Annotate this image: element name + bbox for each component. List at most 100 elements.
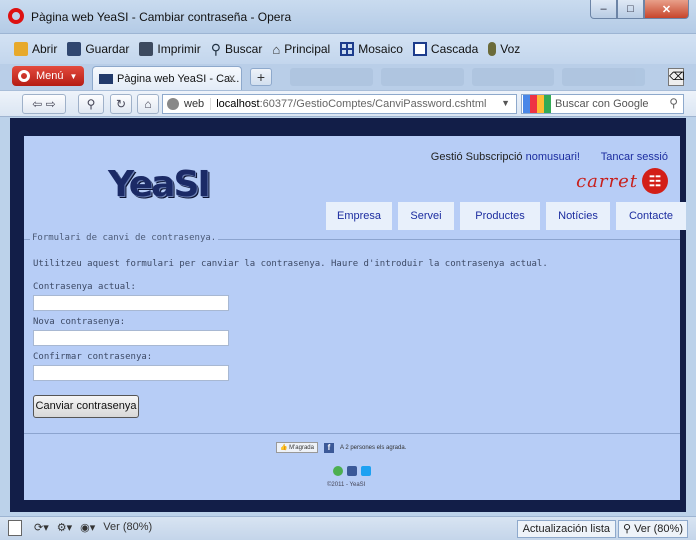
close-window-icon[interactable]: ✕ xyxy=(644,0,689,19)
tab-close-icon[interactable]: x xyxy=(229,71,235,85)
current-password-input[interactable] xyxy=(33,295,229,311)
save-icon xyxy=(67,42,82,56)
opera-o-icon xyxy=(18,70,30,82)
toolbar-voice[interactable]: Voz xyxy=(488,42,520,56)
cart-link[interactable]: carret ☷ xyxy=(576,168,668,194)
nav-tab-noticies[interactable]: Notícies xyxy=(546,202,610,230)
panel-toggle-icon[interactable] xyxy=(8,520,22,536)
sync-icon[interactable]: ⟳▾ xyxy=(34,521,49,534)
cascade-icon xyxy=(412,42,427,56)
address-scheme: web xyxy=(184,98,212,110)
maximize-icon[interactable]: □ xyxy=(617,0,644,19)
trash-icon[interactable]: ⌫ xyxy=(668,68,685,86)
twitter-icon[interactable] xyxy=(361,466,371,476)
page-right-border xyxy=(680,118,686,512)
facebook-icon: f xyxy=(323,442,334,453)
like-button[interactable]: 👍 M'agrada xyxy=(276,442,318,453)
opera-menu-label: Menú xyxy=(36,70,64,82)
search-box[interactable]: Buscar con Google ⚲ xyxy=(521,94,684,114)
ghost-tab xyxy=(562,68,645,86)
logout-link[interactable]: Tancar sessió xyxy=(601,151,668,163)
current-password-label: Contrasenya actual: xyxy=(33,282,136,292)
turbo-icon[interactable]: ◉▾ xyxy=(80,521,95,534)
change-password-button[interactable]: Canviar contrasenya xyxy=(33,395,139,418)
zoom-icon: ⚲ xyxy=(622,523,632,535)
nav-tab-productes[interactable]: Productes xyxy=(460,202,540,230)
toolbar-cascade-label: Cascada xyxy=(430,42,479,56)
nav-tab-empresa[interactable]: Empresa xyxy=(326,202,392,230)
password-form: Formulari de canvi de contrasenya. Utili… xyxy=(24,233,680,434)
toolbar-print-label: Imprimir xyxy=(157,42,201,56)
opera-logo-icon xyxy=(8,8,24,24)
nav-tab-contacte[interactable]: Contacte xyxy=(616,202,686,230)
status-tools: ⟳▾ ⚙▾ ◉▾ Ver (80%) xyxy=(34,521,152,534)
cart-icon: ☷ xyxy=(642,168,668,194)
home-button-icon[interactable]: ⌂ xyxy=(137,94,159,114)
search-icon: ⚲ xyxy=(210,40,221,57)
toolbar-cascade[interactable]: Cascada xyxy=(412,42,479,56)
like-button-label: M'agrada xyxy=(289,445,314,451)
toolbar-open[interactable]: Abrir xyxy=(14,42,57,56)
ghost-tab xyxy=(290,68,373,86)
minimize-icon[interactable]: – xyxy=(590,0,617,19)
zoom-right-label: Ver (80%) xyxy=(634,523,683,535)
new-password-input[interactable] xyxy=(33,330,229,346)
zoom-control[interactable]: ⚲ Ver (80%) xyxy=(617,520,688,538)
google-icon xyxy=(523,95,551,113)
like-count-text: A 2 persones els agrada. xyxy=(339,444,407,451)
site-logo[interactable]: YeaSI xyxy=(108,162,226,208)
tab-title: Pàgina web YeaSI - Ca... xyxy=(117,72,240,85)
confirm-password-label: Confirmar contrasenya: xyxy=(33,352,153,362)
address-path: :60377/GestioComptes/CanviPassword.cshtm… xyxy=(259,98,487,110)
tab-current[interactable]: Pàgina web YeaSI - Ca... x xyxy=(92,66,242,90)
form-intro: Utilitzeu aquest formulari per canviar l… xyxy=(33,259,548,269)
cart-label: carret xyxy=(576,170,638,192)
magnifier-icon[interactable]: ⚲ xyxy=(669,96,678,110)
toolbar-tile[interactable]: Mosaico xyxy=(340,42,403,56)
key-icon[interactable]: ⚲ xyxy=(78,94,104,114)
nav-tab-servei[interactable]: Servei xyxy=(398,202,454,230)
back-icon[interactable]: ⇦ xyxy=(32,97,42,111)
zoom-left[interactable]: Ver (80%) xyxy=(103,521,152,534)
address-dropdown-icon[interactable]: ▼ xyxy=(501,98,510,108)
toolbar-print[interactable]: Imprimir xyxy=(139,42,201,56)
new-tab-button[interactable]: + xyxy=(250,68,272,86)
back-forward-buttons[interactable]: ⇦ ⇨ xyxy=(22,94,66,114)
toolbar-search-label: Buscar xyxy=(224,42,263,56)
home-icon: ⌂ xyxy=(272,41,281,57)
folder-icon xyxy=(14,42,28,56)
address-bar[interactable]: web localhost:60377/GestioComptes/CanviP… xyxy=(162,94,517,114)
page-top-border xyxy=(10,118,686,136)
toolbar-home[interactable]: ⌂ Principal xyxy=(272,42,330,57)
user-prefix: Gestió Subscripció xyxy=(430,151,523,163)
copyright: ©2011 - YeaSI xyxy=(327,482,366,488)
thumbs-up-icon: 👍 xyxy=(280,445,288,451)
share-icon[interactable] xyxy=(333,466,343,476)
facebook-like: 👍 M'agrada f A 2 persones els agrada. xyxy=(276,442,406,453)
confirm-password-input[interactable] xyxy=(33,365,229,381)
toolbar-save[interactable]: Guardar xyxy=(67,42,129,56)
site-nav: Empresa Servei Productes Notícies Contac… xyxy=(326,202,686,230)
navigation-bar: ⇦ ⇨ ⚲ ↻ ⌂ web localhost:60377/GestioComp… xyxy=(0,90,696,117)
facebook-share-icon[interactable] xyxy=(347,466,357,476)
update-status[interactable]: Actualización lista xyxy=(516,520,616,538)
address-host: localhost xyxy=(216,98,260,110)
page-bottom-border xyxy=(10,500,686,512)
user-info: Gestió Subscripció nomusuari! xyxy=(431,151,580,163)
favicon-icon xyxy=(99,73,113,84)
share-icons xyxy=(333,466,371,476)
tab-bar: Menú ▼ Pàgina web YeaSI - Ca... x + ⌫ xyxy=(0,64,696,90)
opera-menu-button[interactable]: Menú ▼ xyxy=(12,66,84,86)
background-tabs xyxy=(290,68,645,86)
speed-dial-icon[interactable]: ⚙▾ xyxy=(57,521,72,534)
toolbar-save-label: Guardar xyxy=(85,42,130,56)
toolbar-home-label: Principal xyxy=(284,42,331,56)
reload-icon[interactable]: ↻ xyxy=(110,94,132,114)
window-titlebar: Pàgina web YeaSI - Cambiar contraseña - … xyxy=(0,0,696,34)
forward-icon[interactable]: ⇨ xyxy=(46,97,56,111)
toolbar-open-label: Abrir xyxy=(32,42,58,56)
toolbar-search[interactable]: ⚲ Buscar xyxy=(211,41,263,58)
username-link[interactable]: nomusuari! xyxy=(526,151,580,163)
page-left-border xyxy=(10,118,24,512)
page-content: YeaSI Gestió Subscripció nomusuari! Tanc… xyxy=(24,136,686,500)
